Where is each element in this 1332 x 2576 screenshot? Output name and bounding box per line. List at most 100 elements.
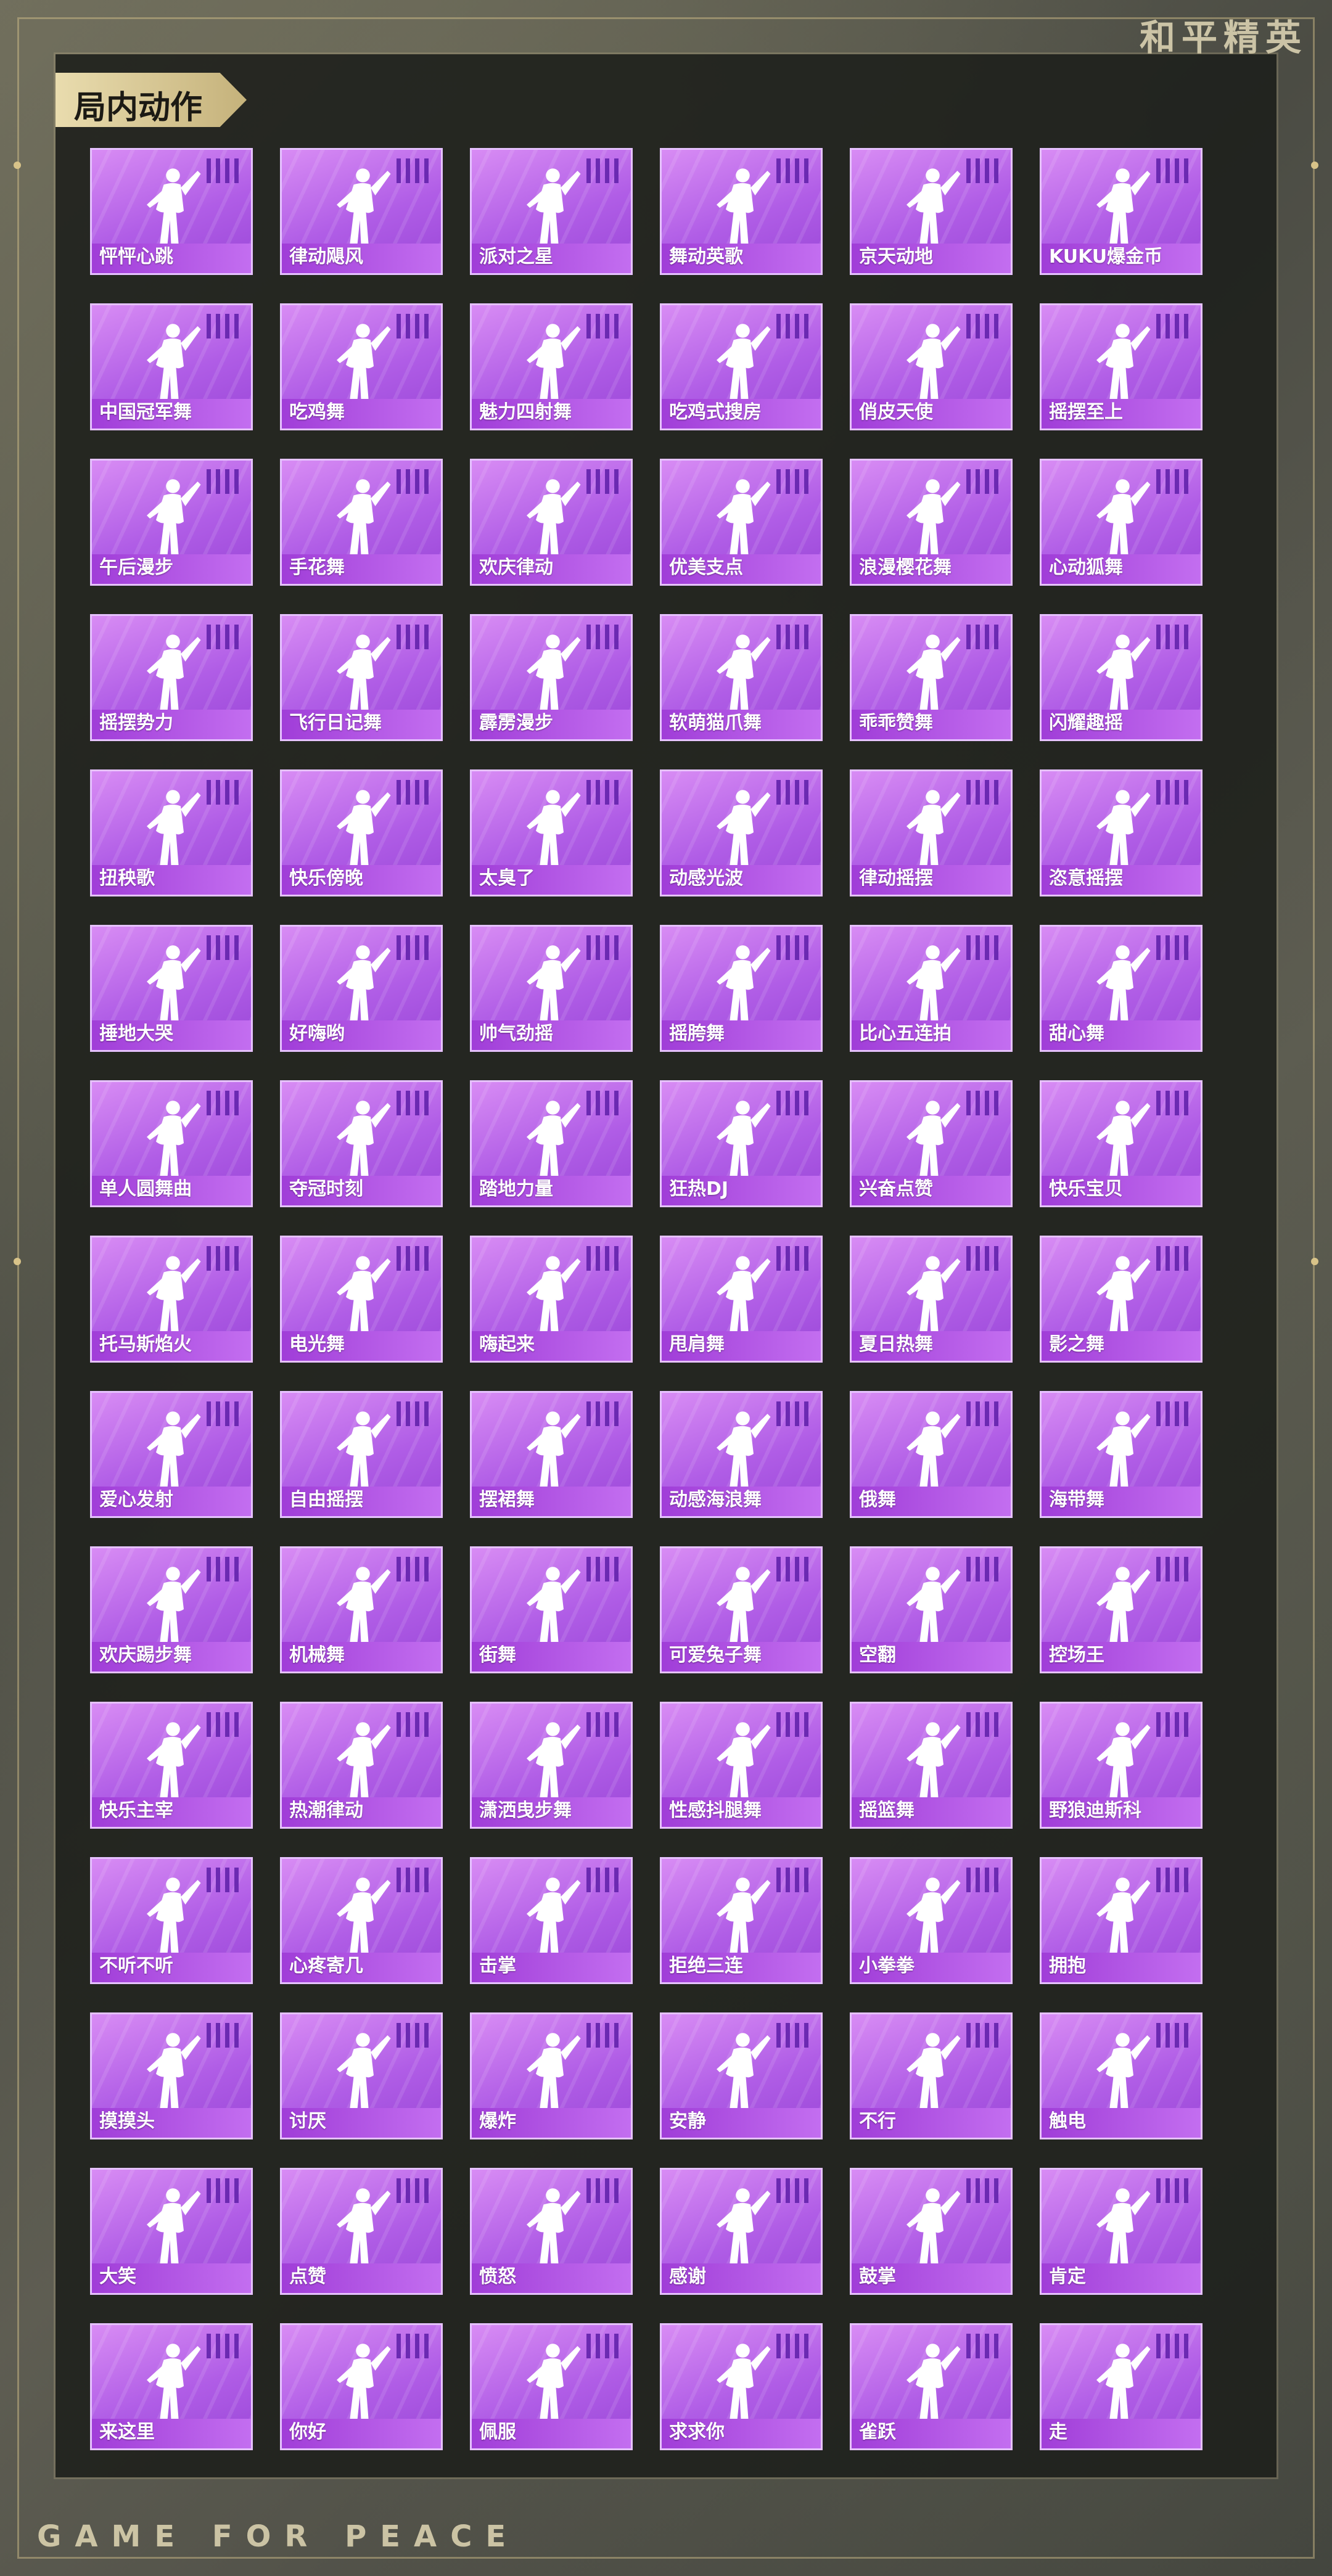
emote-label: 舞动英歌 (669, 246, 743, 268)
emote-card[interactable]: 安静 (660, 2012, 823, 2139)
emote-card[interactable]: 甩肩舞 (660, 1236, 823, 1363)
emote-card[interactable]: 心动狐舞 (1040, 459, 1202, 586)
emote-card[interactable]: 俏皮天使 (850, 303, 1013, 430)
emote-card[interactable]: 午后漫步 (90, 459, 253, 586)
emote-card[interactable]: 机械舞 (280, 1546, 443, 1673)
emote-card[interactable]: 讨厌 (280, 2012, 443, 2139)
emote-card[interactable]: 欢庆律动 (470, 459, 633, 586)
emote-card[interactable]: 中国冠军舞 (90, 303, 253, 430)
emote-card[interactable]: 优美支点 (660, 459, 823, 586)
emote-card[interactable]: 甜心舞 (1040, 925, 1202, 1052)
emote-label: 电光舞 (289, 1334, 345, 1355)
emote-card[interactable]: 踏地力量 (470, 1080, 633, 1207)
emote-card[interactable]: 吃鸡舞 (280, 303, 443, 430)
emote-label: 甜心舞 (1049, 1023, 1104, 1044)
emote-card[interactable]: 动感光波 (660, 769, 823, 896)
emote-card[interactable]: 快乐傍晚 (280, 769, 443, 896)
emote-card[interactable]: 不听不听 (90, 1857, 253, 1984)
emote-card[interactable]: 性感抖腿舞 (660, 1702, 823, 1829)
emote-label: 潇洒曳步舞 (479, 1800, 572, 1821)
emote-card[interactable]: 扭秧歌 (90, 769, 253, 896)
emote-card[interactable]: 捶地大哭 (90, 925, 253, 1052)
emote-card[interactable]: 触电 (1040, 2012, 1202, 2139)
emote-card[interactable]: 太臭了 (470, 769, 633, 896)
emote-card[interactable]: 空翻 (850, 1546, 1013, 1673)
emote-card[interactable]: 拒绝三连 (660, 1857, 823, 1984)
emote-card[interactable]: 动感海浪舞 (660, 1391, 823, 1518)
emote-card[interactable]: 影之舞 (1040, 1236, 1202, 1363)
emote-card[interactable]: 浪漫樱花舞 (850, 459, 1013, 586)
emote-card[interactable]: 感谢 (660, 2168, 823, 2295)
emote-card[interactable]: 潇洒曳步舞 (470, 1702, 633, 1829)
emote-card[interactable]: 软萌猫爪舞 (660, 614, 823, 741)
emote-card[interactable]: 鼓掌 (850, 2168, 1013, 2295)
emote-card[interactable]: 嗨起来 (470, 1236, 633, 1363)
emote-card[interactable]: 不行 (850, 2012, 1013, 2139)
emote-card[interactable]: 佩服 (470, 2323, 633, 2450)
emote-card[interactable]: KUKU爆金币 (1040, 148, 1202, 275)
emote-card[interactable]: 求求你 (660, 2323, 823, 2450)
emote-card[interactable]: 恣意摇摆 (1040, 769, 1202, 896)
emote-card[interactable]: 单人圆舞曲 (90, 1080, 253, 1207)
emote-card[interactable]: 小拳拳 (850, 1857, 1013, 1984)
emote-label: 京天动地 (859, 246, 933, 268)
emote-card[interactable]: 夺冠时刻 (280, 1080, 443, 1207)
emote-card[interactable]: 爆炸 (470, 2012, 633, 2139)
emote-card[interactable]: 律动摇摆 (850, 769, 1013, 896)
emote-card[interactable]: 爱心发射 (90, 1391, 253, 1518)
emote-card[interactable]: 愤怒 (470, 2168, 633, 2295)
emote-card[interactable]: 狂热DJ (660, 1080, 823, 1207)
emote-card[interactable]: 摸摸头 (90, 2012, 253, 2139)
emote-card[interactable]: 兴奋点赞 (850, 1080, 1013, 1207)
emote-card[interactable]: 霹雳漫步 (470, 614, 633, 741)
emote-card[interactable]: 手花舞 (280, 459, 443, 586)
emote-card[interactable]: 拥抱 (1040, 1857, 1202, 1984)
brand-logo: 和平精英 (1139, 17, 1307, 59)
emote-card[interactable]: 点赞 (280, 2168, 443, 2295)
emote-card[interactable]: 律动飓风 (280, 148, 443, 275)
emote-card[interactable]: 闪耀趣摇 (1040, 614, 1202, 741)
emote-card[interactable]: 击掌 (470, 1857, 633, 1984)
emote-card[interactable]: 快乐主宰 (90, 1702, 253, 1829)
emote-card[interactable]: 俄舞 (850, 1391, 1013, 1518)
emote-card[interactable]: 比心五连拍 (850, 925, 1013, 1052)
emote-card[interactable]: 魅力四射舞 (470, 303, 633, 430)
emote-label: 肯定 (1049, 2266, 1086, 2287)
emote-card[interactable]: 吃鸡式搜房 (660, 303, 823, 430)
emote-label: 甩肩舞 (669, 1334, 725, 1355)
emote-card[interactable]: 夏日热舞 (850, 1236, 1013, 1363)
emote-card[interactable]: 电光舞 (280, 1236, 443, 1363)
emote-card[interactable]: 肯定 (1040, 2168, 1202, 2295)
emote-card[interactable]: 摇篮舞 (850, 1702, 1013, 1829)
emote-card[interactable]: 摆裙舞 (470, 1391, 633, 1518)
emote-card[interactable]: 派对之星 (470, 148, 633, 275)
emote-card[interactable]: 京天动地 (850, 148, 1013, 275)
emote-card[interactable]: 热潮律动 (280, 1702, 443, 1829)
emote-card[interactable]: 自由摇摆 (280, 1391, 443, 1518)
emote-card[interactable]: 舞动英歌 (660, 148, 823, 275)
emote-card[interactable]: 来这里 (90, 2323, 253, 2450)
emote-label: 摸摸头 (99, 2110, 155, 2132)
emote-card[interactable]: 走 (1040, 2323, 1202, 2450)
emote-card[interactable]: 摇摆至上 (1040, 303, 1202, 430)
emote-card[interactable]: 心疼寄几 (280, 1857, 443, 1984)
emote-card[interactable]: 飞行日记舞 (280, 614, 443, 741)
emote-card[interactable]: 大笑 (90, 2168, 253, 2295)
emote-card[interactable]: 乖乖赞舞 (850, 614, 1013, 741)
emote-card[interactable]: 摇摆势力 (90, 614, 253, 741)
emote-card[interactable]: 快乐宝贝 (1040, 1080, 1202, 1207)
emote-card[interactable]: 你好 (280, 2323, 443, 2450)
emote-card[interactable]: 控场王 (1040, 1546, 1202, 1673)
emote-card[interactable]: 摇胯舞 (660, 925, 823, 1052)
emote-card[interactable]: 雀跃 (850, 2323, 1013, 2450)
emote-card[interactable]: 好嗨哟 (280, 925, 443, 1052)
emote-card[interactable]: 街舞 (470, 1546, 633, 1673)
emote-card[interactable]: 野狼迪斯科 (1040, 1702, 1202, 1829)
emote-label: 优美支点 (669, 557, 743, 578)
emote-card[interactable]: 可爱兔子舞 (660, 1546, 823, 1673)
emote-card[interactable]: 帅气劲摇 (470, 925, 633, 1052)
emote-card[interactable]: 怦怦心跳 (90, 148, 253, 275)
emote-card[interactable]: 托马斯焰火 (90, 1236, 253, 1363)
emote-card[interactable]: 欢庆踢步舞 (90, 1546, 253, 1673)
emote-card[interactable]: 海带舞 (1040, 1391, 1202, 1518)
